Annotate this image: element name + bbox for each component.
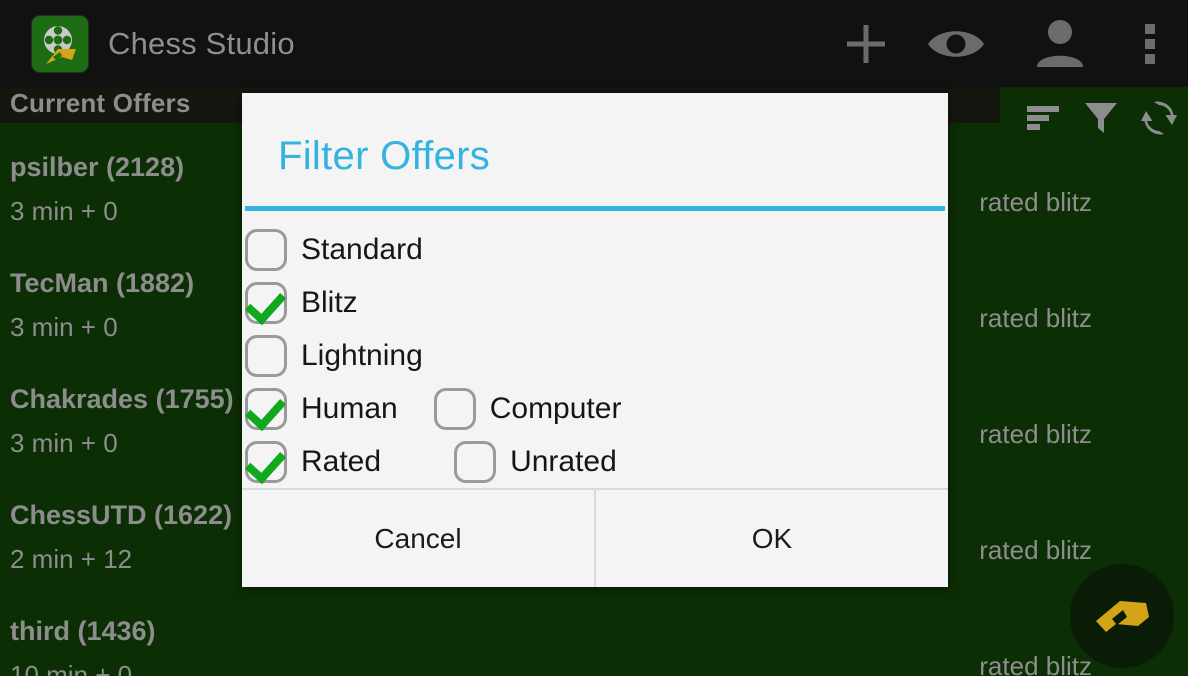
checkbox-rated[interactable]: Rated xyxy=(245,440,382,483)
filter-row-standard[interactable]: Standard xyxy=(242,223,948,276)
checkbox-lightning-box[interactable] xyxy=(245,334,287,377)
checkbox-computer-label: Computer xyxy=(489,391,622,425)
filter-offers-dialog: Filter Offers Standard Blitz Lightning H… xyxy=(242,93,948,587)
cancel-button[interactable]: Cancel xyxy=(242,490,594,587)
checkbox-lightning[interactable]: Lightning xyxy=(245,334,423,377)
filter-row-blitz[interactable]: Blitz xyxy=(242,276,948,329)
dialog-scrim: Filter Offers Standard Blitz Lightning H… xyxy=(0,0,1188,676)
checkbox-human-label: Human xyxy=(301,391,398,425)
checkbox-human-box[interactable] xyxy=(245,387,287,430)
checkbox-blitz[interactable]: Blitz xyxy=(245,281,358,324)
dialog-button-bar: Cancel OK xyxy=(242,488,948,587)
checkbox-standard-box[interactable] xyxy=(245,228,287,271)
checkbox-lightning-label: Lightning xyxy=(301,338,423,372)
checkbox-rated-label: Rated xyxy=(301,444,382,478)
checkbox-blitz-label: Blitz xyxy=(301,285,358,319)
dialog-title: Filter Offers xyxy=(278,133,491,178)
checkbox-computer[interactable]: Computer xyxy=(433,387,622,430)
dialog-body: Standard Blitz Lightning Human Computer … xyxy=(242,211,948,488)
checkbox-unrated-box[interactable] xyxy=(454,440,497,483)
checkbox-unrated-label: Unrated xyxy=(510,444,617,478)
ok-button[interactable]: OK xyxy=(596,490,948,587)
checkbox-computer-box[interactable] xyxy=(433,387,476,430)
checkbox-rated-box[interactable] xyxy=(245,440,287,483)
filter-row-opponent[interactable]: Human Computer xyxy=(242,382,948,435)
checkbox-unrated[interactable]: Unrated xyxy=(454,440,617,483)
checkbox-blitz-box[interactable] xyxy=(245,281,287,324)
checkbox-human[interactable]: Human xyxy=(245,387,398,430)
app-root: Chess Studio Current Offers psilber (212… xyxy=(0,0,1188,676)
filter-row-rating[interactable]: Rated Unrated xyxy=(242,435,948,488)
checkbox-standard[interactable]: Standard xyxy=(245,228,423,271)
dialog-title-bar: Filter Offers xyxy=(242,93,948,206)
checkbox-standard-label: Standard xyxy=(301,232,423,266)
filter-row-lightning[interactable]: Lightning xyxy=(242,329,948,382)
